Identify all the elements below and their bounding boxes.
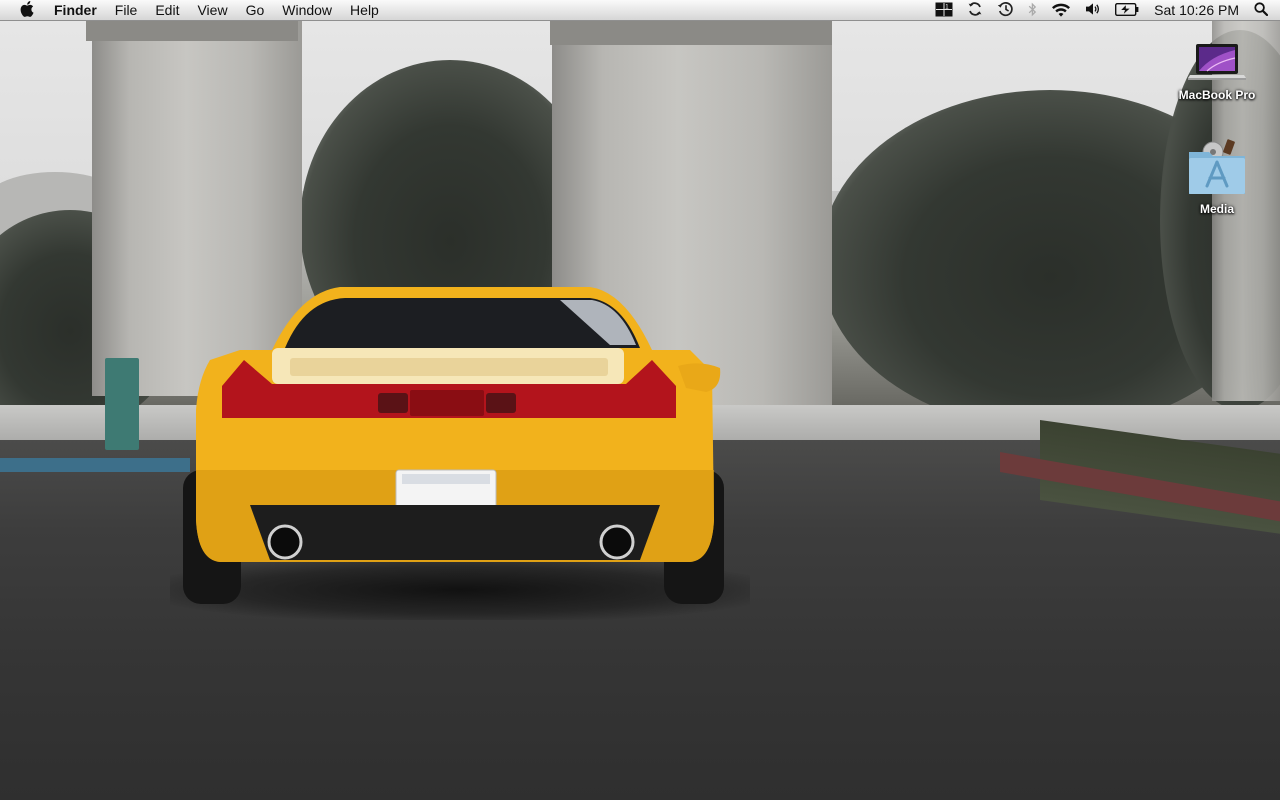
app-menu-finder[interactable]: Finder: [54, 0, 106, 21]
bluetooth-icon: [1028, 2, 1037, 20]
volume-icon: [1085, 2, 1101, 19]
laptop-icon: [1187, 42, 1247, 84]
time-machine-icon: [997, 1, 1014, 20]
menu-go[interactable]: Go: [237, 0, 274, 21]
volume-menu[interactable]: [1078, 0, 1108, 21]
menu-bar-right: 1 Sat 10:26 PM: [928, 0, 1280, 21]
apple-logo-icon: [20, 1, 34, 20]
menu-help[interactable]: Help: [341, 0, 388, 21]
wifi-icon: [1051, 2, 1071, 20]
spotlight-search-icon: [1254, 2, 1269, 19]
menu-bar-clock[interactable]: Sat 10:26 PM: [1146, 0, 1248, 21]
car-tail-light-center: [410, 390, 484, 416]
menu-window[interactable]: Window: [273, 0, 341, 21]
wifi-menu[interactable]: [1044, 0, 1078, 21]
menu-file[interactable]: File: [106, 0, 147, 21]
applications-folder-icon: [1185, 138, 1249, 198]
battery-icon: [1115, 2, 1139, 19]
desktop-icon-media[interactable]: Media: [1172, 138, 1262, 216]
wallpaper-car: [183, 287, 724, 604]
car-reverse-light-left: [378, 393, 408, 413]
bluetooth-menu[interactable]: [1021, 0, 1044, 21]
car-spoiler-inner: [290, 358, 608, 376]
menu-edit[interactable]: Edit: [146, 0, 188, 21]
desktop-icon-label: MacBook Pro: [1178, 88, 1256, 102]
spotlight-menu[interactable]: [1248, 0, 1280, 21]
battery-menu[interactable]: [1108, 0, 1146, 21]
car-exhaust-left: [267, 524, 303, 560]
apple-menu[interactable]: [0, 0, 54, 21]
time-machine-menu[interactable]: [990, 0, 1021, 21]
spaces-icon: 1: [935, 2, 953, 20]
car-diffuser: [250, 505, 660, 560]
wallpaper: [0, 0, 1280, 800]
menu-view[interactable]: View: [188, 0, 236, 21]
menu-bar-left: Finder File Edit View Go Window Help: [0, 0, 388, 21]
menu-bar: Finder File Edit View Go Window Help 1 S…: [0, 0, 1280, 21]
spaces-menu[interactable]: 1: [928, 0, 960, 21]
sync-icon: [967, 1, 983, 20]
car-license-plate-band: [402, 474, 490, 484]
desktop[interactable]: Finder File Edit View Go Window Help 1 S…: [0, 0, 1280, 800]
desktop-icon-macbook-pro[interactable]: MacBook Pro: [1172, 42, 1262, 102]
sync-menu[interactable]: [960, 0, 990, 21]
car-exhaust-right: [599, 524, 635, 560]
car-reverse-light-right: [486, 393, 516, 413]
desktop-icon-label: Media: [1199, 202, 1234, 216]
